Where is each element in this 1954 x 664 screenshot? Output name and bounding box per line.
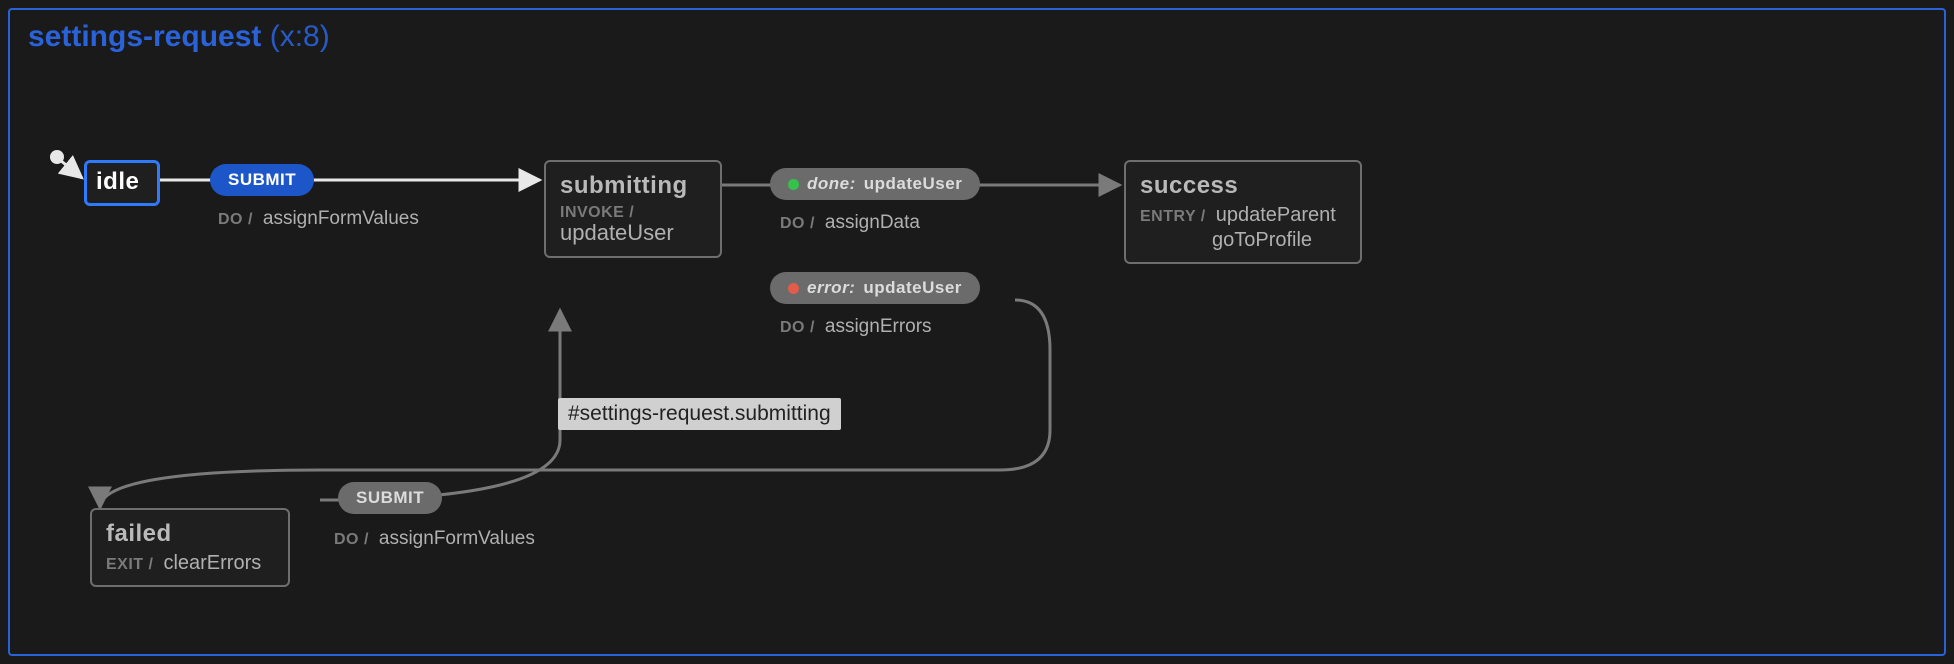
state-submitting-label: submitting	[560, 172, 706, 200]
action-failed-submit: DO / assignFormValues	[334, 528, 535, 550]
state-success-entry: ENTRY / updateParent	[1140, 204, 1346, 227]
action-idle-submit-key: DO /	[218, 211, 253, 229]
event-error[interactable]: error: updateUser	[770, 272, 980, 304]
event-done-kw: done:	[807, 174, 856, 194]
state-success-label: success	[1140, 172, 1346, 200]
state-success-entry2: goToProfile	[1212, 229, 1346, 252]
state-machine-canvas[interactable]: settings-request (x:8) idle SUBMIT	[0, 0, 1954, 664]
done-status-dot-icon	[788, 179, 799, 190]
state-submitting-invoke-val: updateUser	[560, 220, 706, 246]
machine-title: settings-request (x:8)	[28, 20, 330, 54]
state-failed-label: failed	[106, 520, 274, 548]
machine-frame	[8, 8, 1946, 656]
action-idle-submit: DO / assignFormValues	[218, 208, 419, 230]
machine-annotation: (x:8)	[270, 20, 330, 53]
state-success-entry-key: ENTRY /	[1140, 208, 1206, 226]
state-failed-exit-key: EXIT /	[106, 556, 153, 574]
event-submit-idle-label: SUBMIT	[228, 170, 296, 190]
state-success[interactable]: success ENTRY / updateParent goToProfile	[1124, 160, 1362, 264]
action-failed-submit-val: assignFormValues	[379, 528, 535, 550]
event-done[interactable]: done: updateUser	[770, 168, 980, 200]
action-error-val: assignErrors	[825, 316, 932, 338]
state-success-entry-val2: goToProfile	[1212, 229, 1312, 252]
target-tooltip-text: #settings-request.submitting	[568, 402, 831, 425]
event-submit-failed[interactable]: SUBMIT	[338, 482, 442, 514]
state-failed[interactable]: failed EXIT / clearErrors	[90, 508, 290, 587]
target-tooltip: #settings-request.submitting	[558, 398, 841, 430]
state-success-entry-val1: updateParent	[1216, 204, 1336, 227]
event-done-label: updateUser	[864, 174, 963, 194]
event-submit-failed-label: SUBMIT	[356, 488, 424, 508]
action-done-key: DO /	[780, 215, 815, 233]
state-idle-label: idle	[96, 168, 148, 196]
state-failed-exit: EXIT / clearErrors	[106, 552, 274, 575]
action-failed-submit-key: DO /	[334, 531, 369, 549]
action-idle-submit-val: assignFormValues	[263, 208, 419, 230]
action-done-val: assignData	[825, 212, 920, 234]
action-error-key: DO /	[780, 319, 815, 337]
action-done: DO / assignData	[780, 212, 920, 234]
state-idle[interactable]: idle	[84, 160, 160, 206]
state-submitting[interactable]: submitting INVOKE / updateUser	[544, 160, 722, 258]
event-error-kw: error:	[807, 278, 855, 298]
action-error: DO / assignErrors	[780, 316, 932, 338]
machine-name: settings-request	[28, 20, 261, 53]
event-error-label: updateUser	[863, 278, 962, 298]
initial-state-dot	[50, 150, 64, 164]
event-submit-idle[interactable]: SUBMIT	[210, 164, 314, 196]
state-failed-exit-val: clearErrors	[163, 552, 261, 575]
error-status-dot-icon	[788, 283, 799, 294]
